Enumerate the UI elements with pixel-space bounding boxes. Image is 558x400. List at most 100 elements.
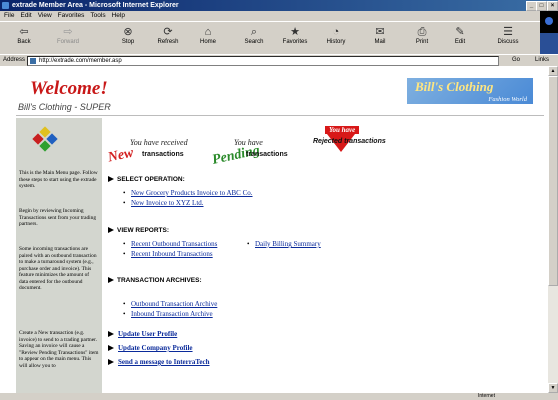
company-subtitle: Bill's Clothing - SUPER: [18, 102, 111, 112]
section-arrow-icon: [108, 227, 114, 233]
status-bar: Internet: [0, 393, 558, 400]
update-user-profile-label: Update User Profile: [118, 330, 178, 338]
mail-label: Mail: [374, 39, 386, 45]
stop-icon: ⊗: [123, 26, 133, 38]
new-grocery-invoice-link[interactable]: New Grocery Products Invoice to ABC Co.: [123, 189, 252, 197]
scroll-up-icon[interactable]: ▲: [548, 66, 558, 76]
search-icon: ⌕: [250, 26, 258, 38]
forward-arrow-icon: ⇨: [63, 26, 73, 38]
ie-logo-icon: [2, 2, 9, 9]
search-label: Search: [244, 39, 264, 45]
print-icon: ⎙: [417, 26, 427, 38]
internet-zone-label: Internet: [478, 393, 495, 399]
update-user-profile-link[interactable]: Update User Profile: [108, 330, 177, 338]
go-button[interactable]: Go: [512, 55, 520, 66]
stop-label: Stop: [121, 39, 135, 45]
ie-throbber-icon: [540, 11, 558, 33]
discuss-icon: ☰: [503, 26, 513, 38]
links-button[interactable]: Links: [535, 55, 549, 66]
send-message-label: Send a message to InterraTech: [118, 358, 210, 366]
favorites-icon: ★: [290, 26, 300, 38]
search-button[interactable]: ⌕ Search: [232, 24, 276, 52]
refresh-label: Refresh: [157, 39, 179, 45]
menu-bar: File Edit View Favorites Tools Help: [0, 11, 540, 21]
maximize-button[interactable]: □: [536, 1, 547, 11]
section-arrow-icon: [108, 176, 114, 182]
link-arrow-icon: [108, 359, 114, 365]
forward-label: Forward: [56, 39, 79, 45]
menu-favorites[interactable]: Favorites: [58, 12, 85, 19]
toolbar: ⇦ Back ⇨ Forward ⊗ Stop ⟳ Refresh ⌂ Home ⌕ Sea…: [0, 21, 540, 55]
menu-tools[interactable]: Tools: [90, 12, 105, 19]
forward-button[interactable]: ⇨ Forward: [46, 24, 90, 52]
mail-button[interactable]: ✉ Mail: [358, 24, 402, 52]
new-badge-text: transactions: [142, 151, 184, 158]
edit-button[interactable]: ✎ Edit: [438, 24, 482, 52]
back-button[interactable]: ⇦ Back: [2, 24, 46, 52]
history-label: History: [326, 39, 346, 45]
pending-badge-text: transactions: [246, 151, 288, 158]
daily-billing-link[interactable]: Daily Billing Summary: [247, 240, 321, 248]
link-arrow-icon: [108, 345, 114, 351]
welcome-heading: Welcome!: [30, 78, 108, 99]
menu-file[interactable]: File: [4, 12, 14, 19]
new-invoice-xyz-link[interactable]: New Invoice to XYZ Ltd.: [123, 199, 203, 207]
print-label: Print: [415, 39, 429, 45]
view-reports-heading: VIEW REPORTS:: [108, 227, 169, 234]
back-label: Back: [17, 39, 31, 45]
address-bar: Address http://extrade.com/member.asp Go…: [0, 54, 558, 66]
header-divider: [16, 115, 544, 116]
favorites-label: Favorites: [282, 39, 308, 45]
back-arrow-icon: ⇦: [19, 26, 29, 38]
recent-outbound-link[interactable]: Recent Outbound Transactions: [123, 240, 217, 248]
refresh-button[interactable]: ⟳ Refresh: [146, 24, 190, 52]
history-icon: ◔: [332, 26, 340, 38]
section-arrow-icon: [108, 277, 114, 283]
transaction-archives-label: TRANSACTION ARCHIVES:: [117, 277, 202, 284]
address-url: http://extrade.com/member.asp: [39, 58, 122, 64]
update-company-profile-label: Update Company Profile: [118, 344, 193, 352]
inbound-archive-link[interactable]: Inbound Transaction Archive: [123, 310, 213, 318]
home-icon: ⌂: [204, 26, 212, 38]
recent-inbound-link[interactable]: Recent Inbound Transactions: [123, 250, 213, 258]
update-company-profile-link[interactable]: Update Company Profile: [108, 344, 193, 352]
menu-view[interactable]: View: [38, 12, 52, 19]
browser-window: extrade Member Area - Microsoft Internet…: [0, 0, 558, 400]
sidebar-text-4: Create a New transaction (e.g. invoice) …: [19, 330, 99, 369]
rejected-badge-text: Rejected transactions: [313, 138, 386, 145]
rejected-badge-big: You have: [325, 126, 360, 134]
new-badge-small: You have received: [130, 138, 188, 147]
transaction-archives-heading: TRANSACTION ARCHIVES:: [108, 277, 202, 284]
scroll-down-icon[interactable]: ▼: [548, 383, 558, 393]
stop-button[interactable]: ⊗ Stop: [106, 24, 150, 52]
home-button[interactable]: ⌂ Home: [186, 24, 230, 52]
link-arrow-icon: [108, 331, 114, 337]
address-input[interactable]: http://extrade.com/member.asp: [27, 56, 499, 66]
logo-main-text: Bill's Clothing: [415, 79, 494, 94]
menu-help[interactable]: Help: [112, 12, 125, 19]
favorites-button[interactable]: ★ Favorites: [273, 24, 317, 52]
discuss-label: Discuss: [497, 39, 519, 45]
refresh-icon: ⟳: [163, 26, 173, 38]
view-reports-label: VIEW REPORTS:: [117, 227, 170, 234]
title-bar: extrade Member Area - Microsoft Internet…: [0, 0, 558, 11]
diamond-logo-icon: [32, 126, 58, 152]
menu-edit[interactable]: Edit: [20, 12, 31, 19]
select-operation-heading: SELECT OPERATION:: [108, 176, 185, 183]
scroll-thumb[interactable]: [548, 76, 558, 286]
sidebar-text-2: Begin by reviewing Incoming Transactions…: [19, 208, 97, 227]
page-icon: [30, 58, 36, 64]
outbound-archive-link[interactable]: Outbound Transaction Archive: [123, 300, 217, 308]
vertical-scrollbar[interactable]: ▲ ▼: [548, 66, 558, 393]
mail-icon: ✉: [375, 26, 385, 38]
close-button[interactable]: ×: [547, 1, 558, 11]
sidebar: This is the Main Menu page. Follow these…: [16, 118, 102, 393]
pending-badge-small: You have: [234, 138, 263, 147]
discuss-button[interactable]: ☰ Discuss: [486, 24, 530, 52]
edit-icon: ✎: [455, 26, 465, 38]
select-operation-label: SELECT OPERATION:: [117, 176, 185, 183]
send-message-link[interactable]: Send a message to InterraTech: [108, 358, 210, 366]
window-title: extrade Member Area - Microsoft Internet…: [12, 2, 179, 9]
sidebar-text-3: Some incoming transactions are paired wi…: [19, 246, 97, 291]
history-button[interactable]: ◔ History: [314, 24, 358, 52]
